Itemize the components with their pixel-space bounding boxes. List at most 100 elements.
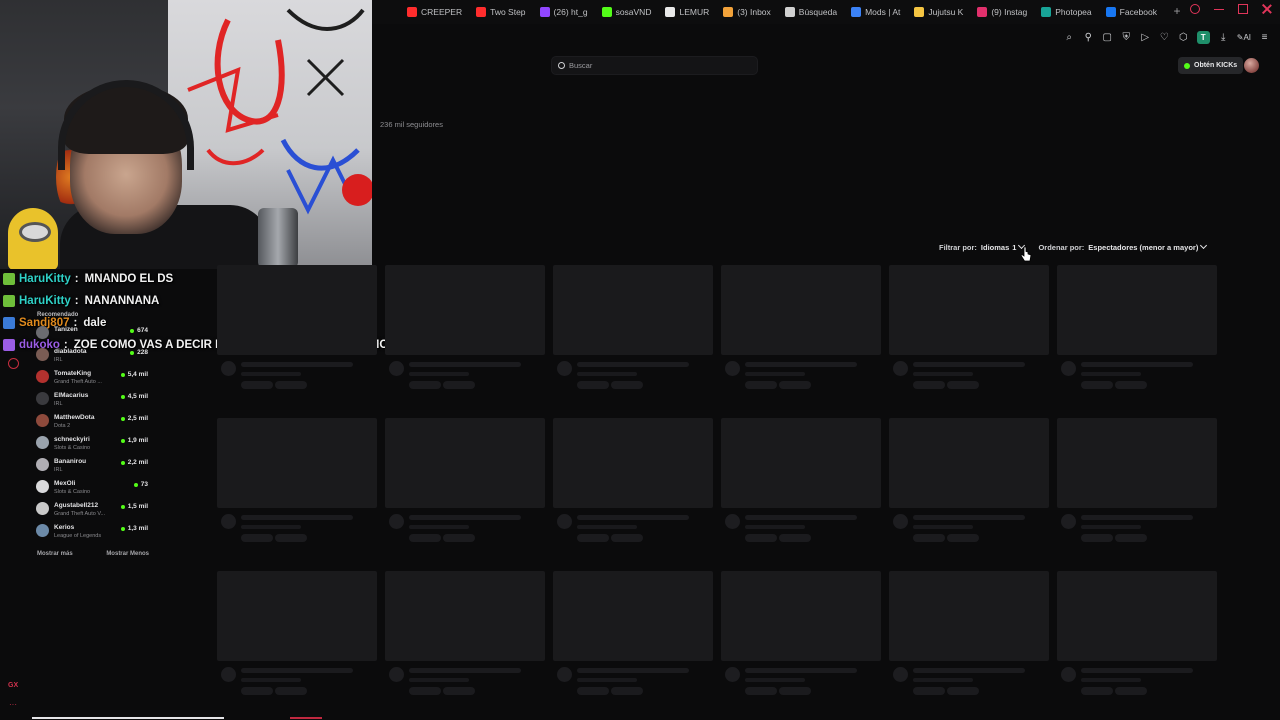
title-placeholder: [913, 362, 1025, 367]
tag-placeholder: [1081, 381, 1113, 389]
user-avatar[interactable]: [1244, 58, 1259, 73]
browser-tab[interactable]: Photopea: [1034, 0, 1098, 24]
pin-icon[interactable]: ⚲: [1083, 32, 1094, 43]
sidebar-channel-item[interactable]: MatthewDota Dota 2 2,5 mil: [36, 412, 152, 434]
new-tab-button[interactable]: +: [1170, 5, 1184, 19]
webcam-overlay: [0, 0, 372, 269]
sidebar-channel-item[interactable]: Bananirou IRL 2,2 mil: [36, 456, 152, 478]
shield-icon[interactable]: ⛨: [1121, 32, 1132, 43]
avatar: [36, 370, 49, 383]
sidebar-channel-item[interactable]: MexOli Slots & Casino 73: [36, 478, 152, 500]
title-placeholder: [241, 668, 353, 673]
browser-tab[interactable]: Búsqueda: [778, 0, 844, 24]
avatar-placeholder: [389, 514, 404, 529]
subtitle-placeholder: [745, 372, 805, 376]
sidebar-channel-item[interactable]: ElMacarius IRL 4,5 mil: [36, 390, 152, 412]
tab-favicon-icon: [851, 7, 862, 17]
heart-icon[interactable]: ♡: [1159, 32, 1170, 43]
stream-card-skeleton: [217, 265, 377, 389]
minimize-icon[interactable]: [1214, 4, 1224, 10]
viewer-count: 1,3 mil: [120, 525, 148, 532]
stream-card-skeleton: [553, 571, 713, 695]
viewer-count-value: 2,2 mil: [127, 459, 148, 466]
tag-placeholder: [913, 381, 945, 389]
channel-category: IRL: [54, 357, 63, 363]
browser-tab[interactable]: Jujutsu K: [907, 0, 970, 24]
show-more-button[interactable]: Mostrar más: [37, 551, 73, 557]
viewer-count-value: 674: [137, 327, 148, 334]
browser-tab[interactable]: CREEPER: [400, 0, 469, 24]
stream-grid: [217, 265, 1217, 695]
tag-placeholder: [1115, 687, 1147, 695]
avatar-placeholder: [389, 667, 404, 682]
get-kicks-button[interactable]: Obtén KICKs: [1178, 57, 1244, 74]
chat-separator: :: [74, 295, 79, 307]
close-icon[interactable]: [1262, 4, 1272, 14]
tab-search-icon[interactable]: [1190, 4, 1200, 14]
chat-username[interactable]: HaruKitty: [19, 273, 71, 285]
chat-username[interactable]: HaruKitty: [19, 295, 71, 307]
browser-tab[interactable]: LEMUR: [658, 0, 716, 24]
sidebar-channel-item[interactable]: Kerios League of Legends 1,3 mil: [36, 522, 152, 544]
subtitle-placeholder: [913, 525, 973, 529]
more-options-icon[interactable]: ···: [9, 700, 17, 709]
sort-dropdown[interactable]: Espectadores (menor a mayor): [1088, 241, 1208, 252]
show-less-button[interactable]: Mostrar Menos: [106, 551, 149, 557]
sidebar-channel-item[interactable]: Tanizen 674: [36, 324, 152, 346]
live-dot-icon: [120, 504, 125, 509]
sidebar-channel-item[interactable]: diabladota IRL 228: [36, 346, 152, 368]
subtitle-placeholder: [409, 678, 469, 682]
gx-label[interactable]: GX: [8, 682, 18, 689]
zoom-icon[interactable]: ⌕: [1064, 32, 1075, 43]
channel-name: Bananirou: [54, 458, 87, 465]
search-icon: [558, 62, 565, 69]
browser-tab[interactable]: (26) ht_g: [533, 0, 595, 24]
channel-name: MatthewDota: [54, 414, 95, 421]
sidebar-channel-item[interactable]: Agustabell212 Grand Theft Auto V... 1,5 mi…: [36, 500, 152, 522]
thumbnail-placeholder: [553, 418, 713, 508]
title-placeholder: [577, 668, 689, 673]
thumbnail-placeholder: [217, 571, 377, 661]
channel-category: Dota 2: [54, 423, 71, 429]
viewer-count-value: 4,5 mil: [127, 393, 148, 400]
live-dot-icon: [130, 350, 135, 355]
tab-label: Facebook: [1119, 7, 1157, 17]
ai-icon[interactable]: ✎AI: [1237, 32, 1251, 43]
sidebar-channel-item[interactable]: schneckyiri Slots & Casino 1,9 mil: [36, 434, 152, 456]
language-filter-dropdown[interactable]: Idiomas 1: [981, 241, 1026, 252]
search-input[interactable]: Buscar: [551, 56, 758, 75]
tag-placeholder: [611, 687, 643, 695]
subtitle-placeholder: [409, 525, 469, 529]
avatar: [36, 326, 49, 339]
browser-tab[interactable]: (9) Instag: [970, 0, 1034, 24]
sidebar-channel-item[interactable]: TomateKing Grand Theft Auto ... 5,4 mil: [36, 368, 152, 390]
maximize-icon[interactable]: [1238, 4, 1248, 14]
avatar-placeholder: [893, 667, 908, 682]
browser-tab[interactable]: Two Step: [469, 0, 532, 24]
extensions-icon[interactable]: ⬡: [1178, 32, 1189, 43]
subtitle-placeholder: [241, 372, 301, 376]
download-icon[interactable]: ⤓: [1218, 32, 1229, 43]
browser-tab[interactable]: Facebook: [1099, 0, 1164, 24]
stream-card-skeleton: [1057, 571, 1217, 695]
browser-tab[interactable]: (3) Inbox: [716, 0, 778, 24]
tag-placeholder: [913, 534, 945, 542]
play-icon[interactable]: ▷: [1140, 32, 1151, 43]
tab-favicon-icon: [476, 7, 487, 17]
viewer-count-value: 2,5 mil: [127, 415, 148, 422]
tag-placeholder: [443, 687, 475, 695]
menu-icon[interactable]: ≡: [1259, 32, 1270, 43]
viewer-count-value: 1,3 mil: [127, 525, 148, 532]
browser-tab[interactable]: Mods | At: [844, 0, 907, 24]
settings-icon[interactable]: [8, 358, 19, 369]
stream-card-skeleton: [217, 571, 377, 695]
thumbnail-placeholder: [553, 265, 713, 355]
tab-favicon-icon: [914, 7, 925, 17]
profile-t-icon[interactable]: T: [1196, 31, 1210, 44]
channel-name: Tanizen: [54, 326, 78, 333]
browser-tab[interactable]: sosaVND: [595, 0, 659, 24]
tag-placeholder: [275, 381, 307, 389]
avatar: [36, 392, 49, 405]
title-placeholder: [409, 668, 521, 673]
snapshot-icon[interactable]: ▢: [1102, 32, 1113, 43]
